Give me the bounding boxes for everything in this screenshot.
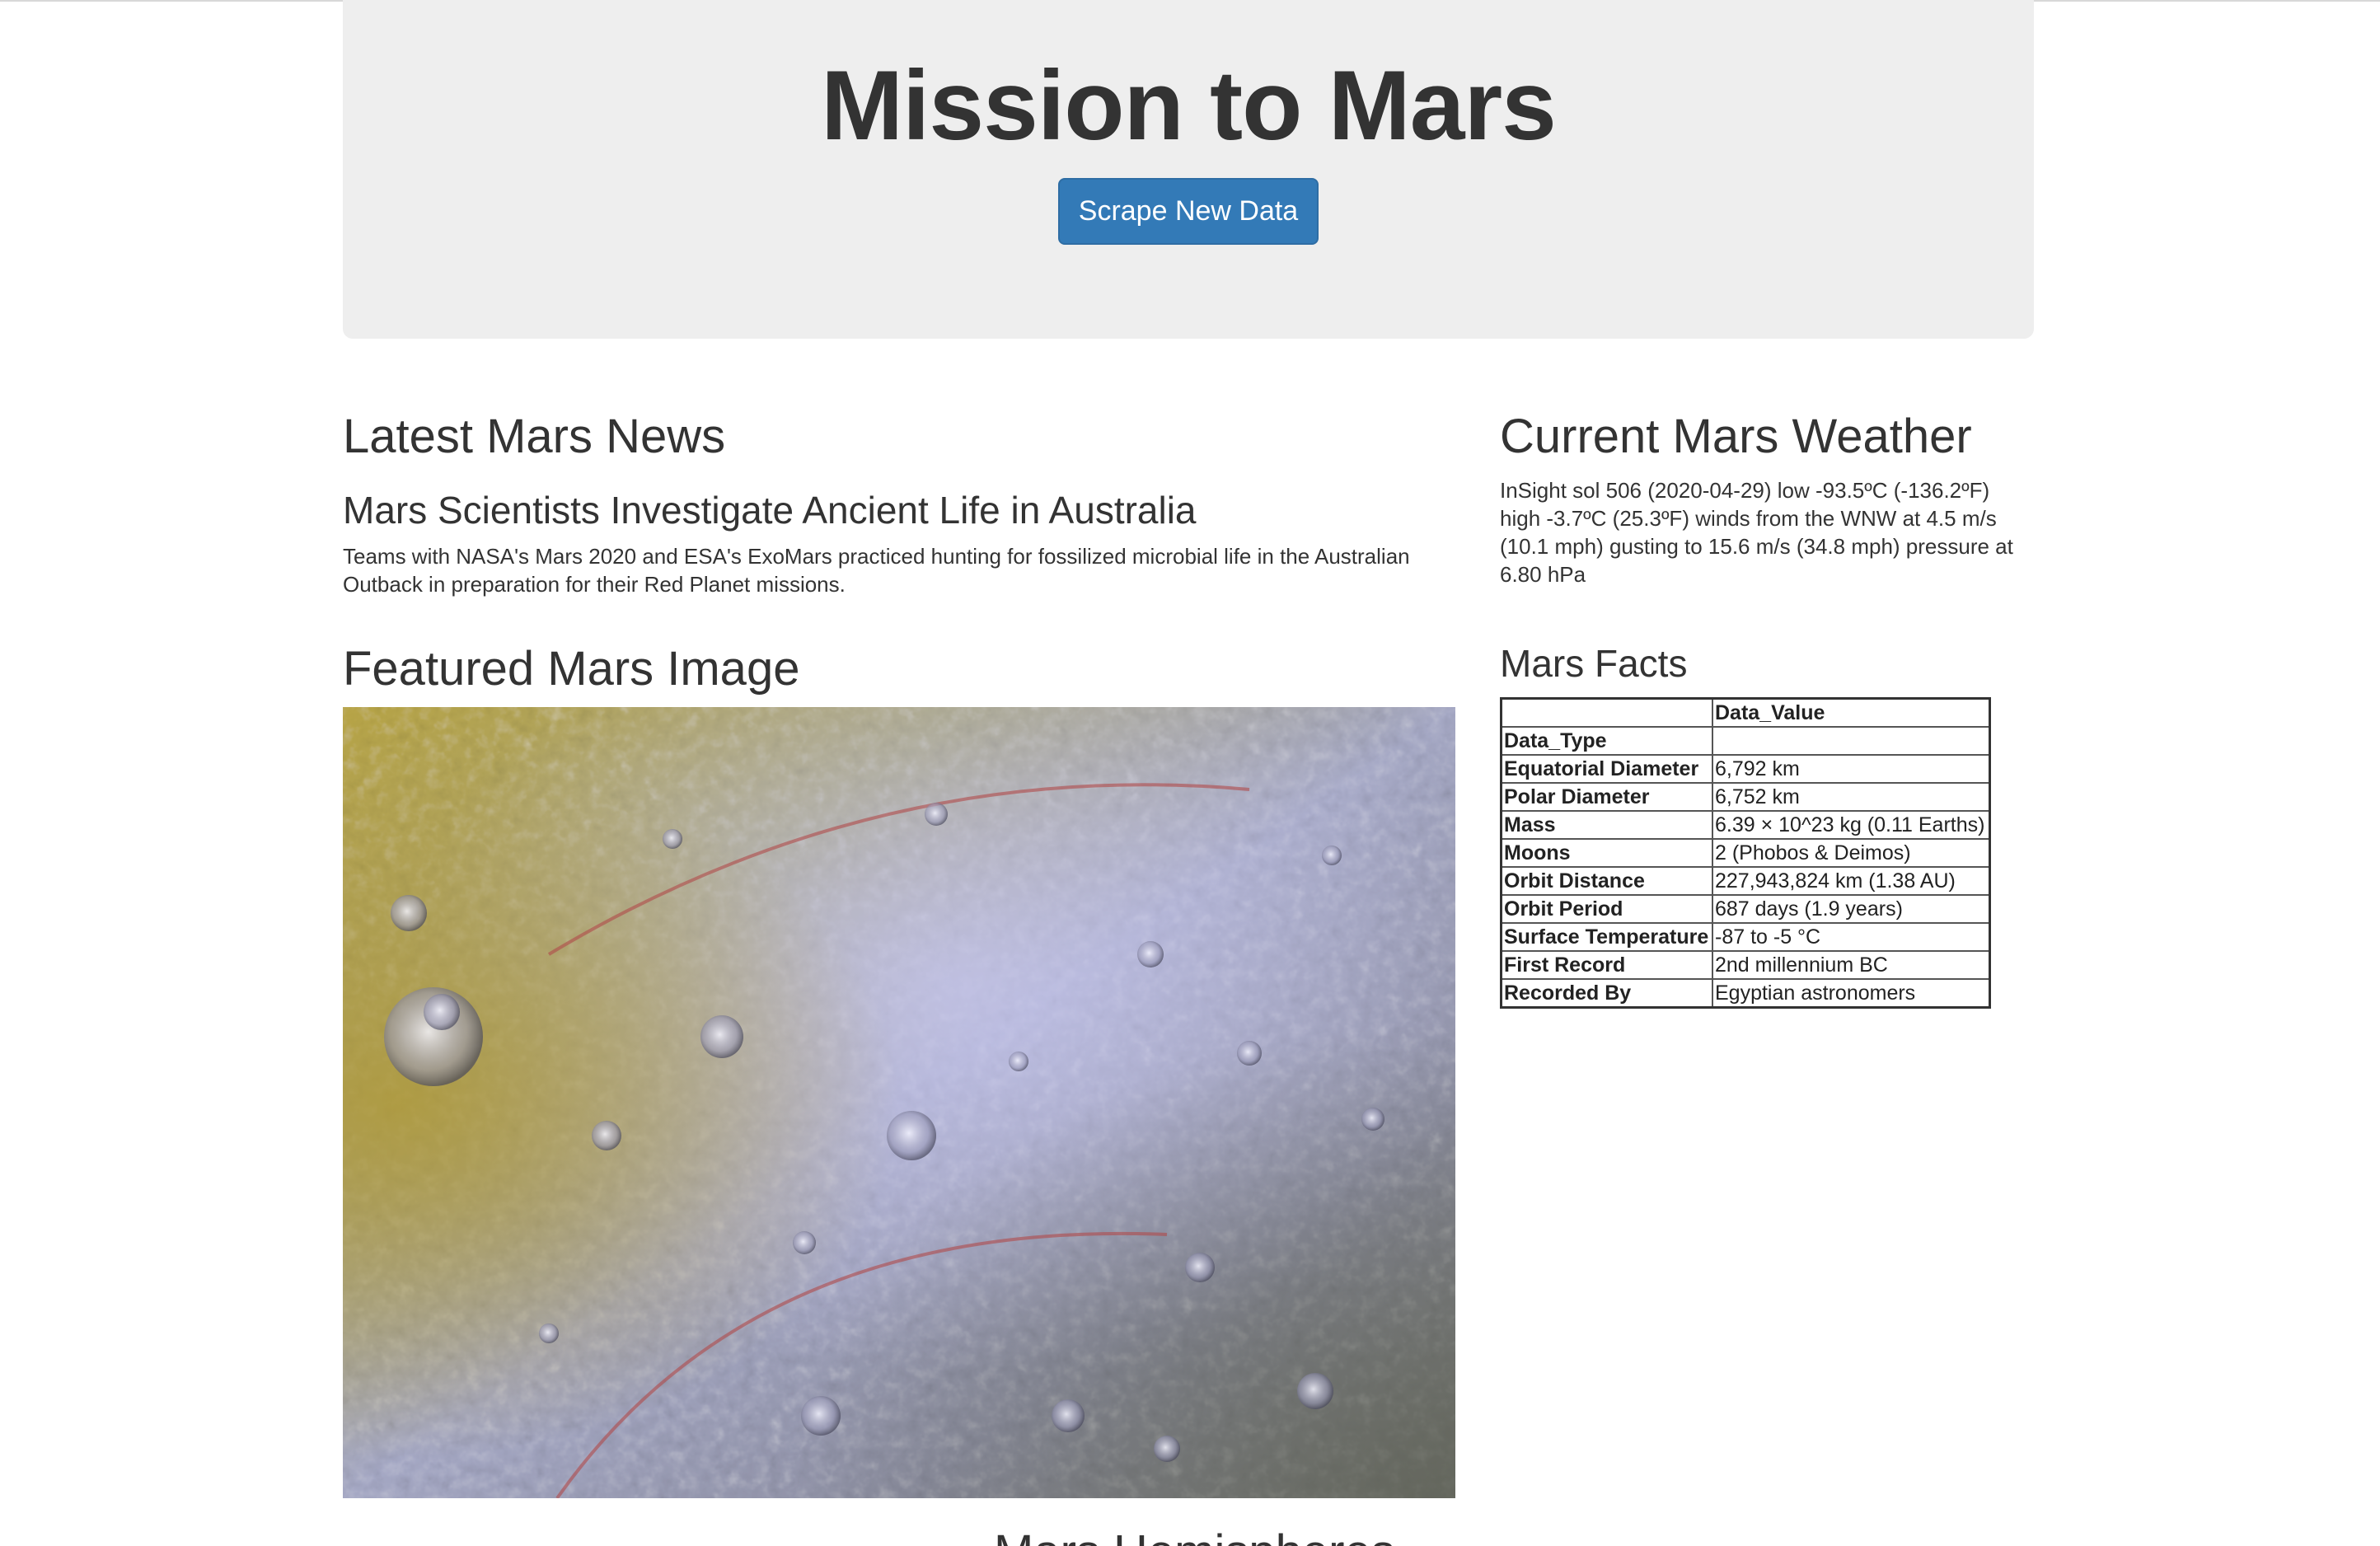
featured-image-heading: Featured Mars Image <box>343 642 800 696</box>
table-index-header: Data_Type <box>1500 726 1713 756</box>
fact-value: 227,943,824 km (1.38 AU) <box>1712 866 1991 896</box>
featured-mars-image <box>343 707 1455 1498</box>
fact-label: Moons <box>1500 838 1713 868</box>
fact-label: Surface Temperature <box>1500 922 1713 952</box>
header-jumbotron: Mission to Mars Scrape New Data <box>343 0 2034 339</box>
fact-label: Recorded By <box>1500 978 1713 1009</box>
table-row: First Record 2nd millennium BC <box>1500 950 1991 980</box>
table-row: Moons 2 (Phobos & Deimos) <box>1500 838 1991 868</box>
table-row: Recorded By Egyptian astronomers <box>1500 978 1991 1009</box>
weather-report: InSight sol 506 (2020-04-29) low -93.5ºC… <box>1500 478 2013 587</box>
table-header-empty <box>1500 697 1713 728</box>
latest-news-heading: Latest Mars News <box>343 410 726 463</box>
facts-heading: Mars Facts <box>1500 642 1688 685</box>
table-row: Surface Temperature -87 to -5 °C <box>1500 922 1991 952</box>
fact-label: Mass <box>1500 810 1713 840</box>
fact-value: 6,792 km <box>1712 754 1991 784</box>
fact-label: First Record <box>1500 950 1713 980</box>
fact-label: Polar Diameter <box>1500 782 1713 812</box>
weather-heading: Current Mars Weather <box>1500 410 1972 463</box>
fact-value: 6,752 km <box>1712 782 1991 812</box>
fact-value: 2 (Phobos & Deimos) <box>1712 838 1991 868</box>
table-index-row: Data_Type <box>1500 726 1991 756</box>
table-row: Orbit Distance 227,943,824 km (1.38 AU) <box>1500 866 1991 896</box>
table-header-row: Data_Value <box>1500 697 1991 728</box>
mars-facts-table: Data_Value Data_Type Equatorial Diameter… <box>1500 697 1991 1009</box>
table-row: Polar Diameter 6,752 km <box>1500 782 1991 812</box>
hemispheres-heading: Mars Hemispheres <box>994 1521 1395 1546</box>
news-paragraph: Teams with NASA's Mars 2020 and ESA's Ex… <box>343 544 1410 597</box>
scrape-new-data-button[interactable]: Scrape New Data <box>1058 178 1319 245</box>
fact-value: 2nd millennium BC <box>1712 950 1991 980</box>
fact-value: -87 to -5 °C <box>1712 922 1991 952</box>
page-title: Mission to Mars <box>821 50 1557 161</box>
table-row: Mass 6.39 × 10^23 kg (0.11 Earths) <box>1500 810 1991 840</box>
table-row: Equatorial Diameter 6,792 km <box>1500 754 1991 784</box>
fact-label: Equatorial Diameter <box>1500 754 1713 784</box>
news-title: Mars Scientists Investigate Ancient Life… <box>343 489 1197 532</box>
fact-label: Orbit Period <box>1500 894 1713 924</box>
fact-value: Egyptian astronomers <box>1712 978 1991 1009</box>
table-row: Orbit Period 687 days (1.9 years) <box>1500 894 1991 924</box>
fact-label: Orbit Distance <box>1500 866 1713 896</box>
page: Mission to Mars Scrape New Data Latest M… <box>0 0 2380 1546</box>
table-header-value: Data_Value <box>1712 697 1991 728</box>
fact-value: 6.39 × 10^23 kg (0.11 Earths) <box>1712 810 1991 840</box>
table-index-empty <box>1712 726 1991 756</box>
fact-value: 687 days (1.9 years) <box>1712 894 1991 924</box>
